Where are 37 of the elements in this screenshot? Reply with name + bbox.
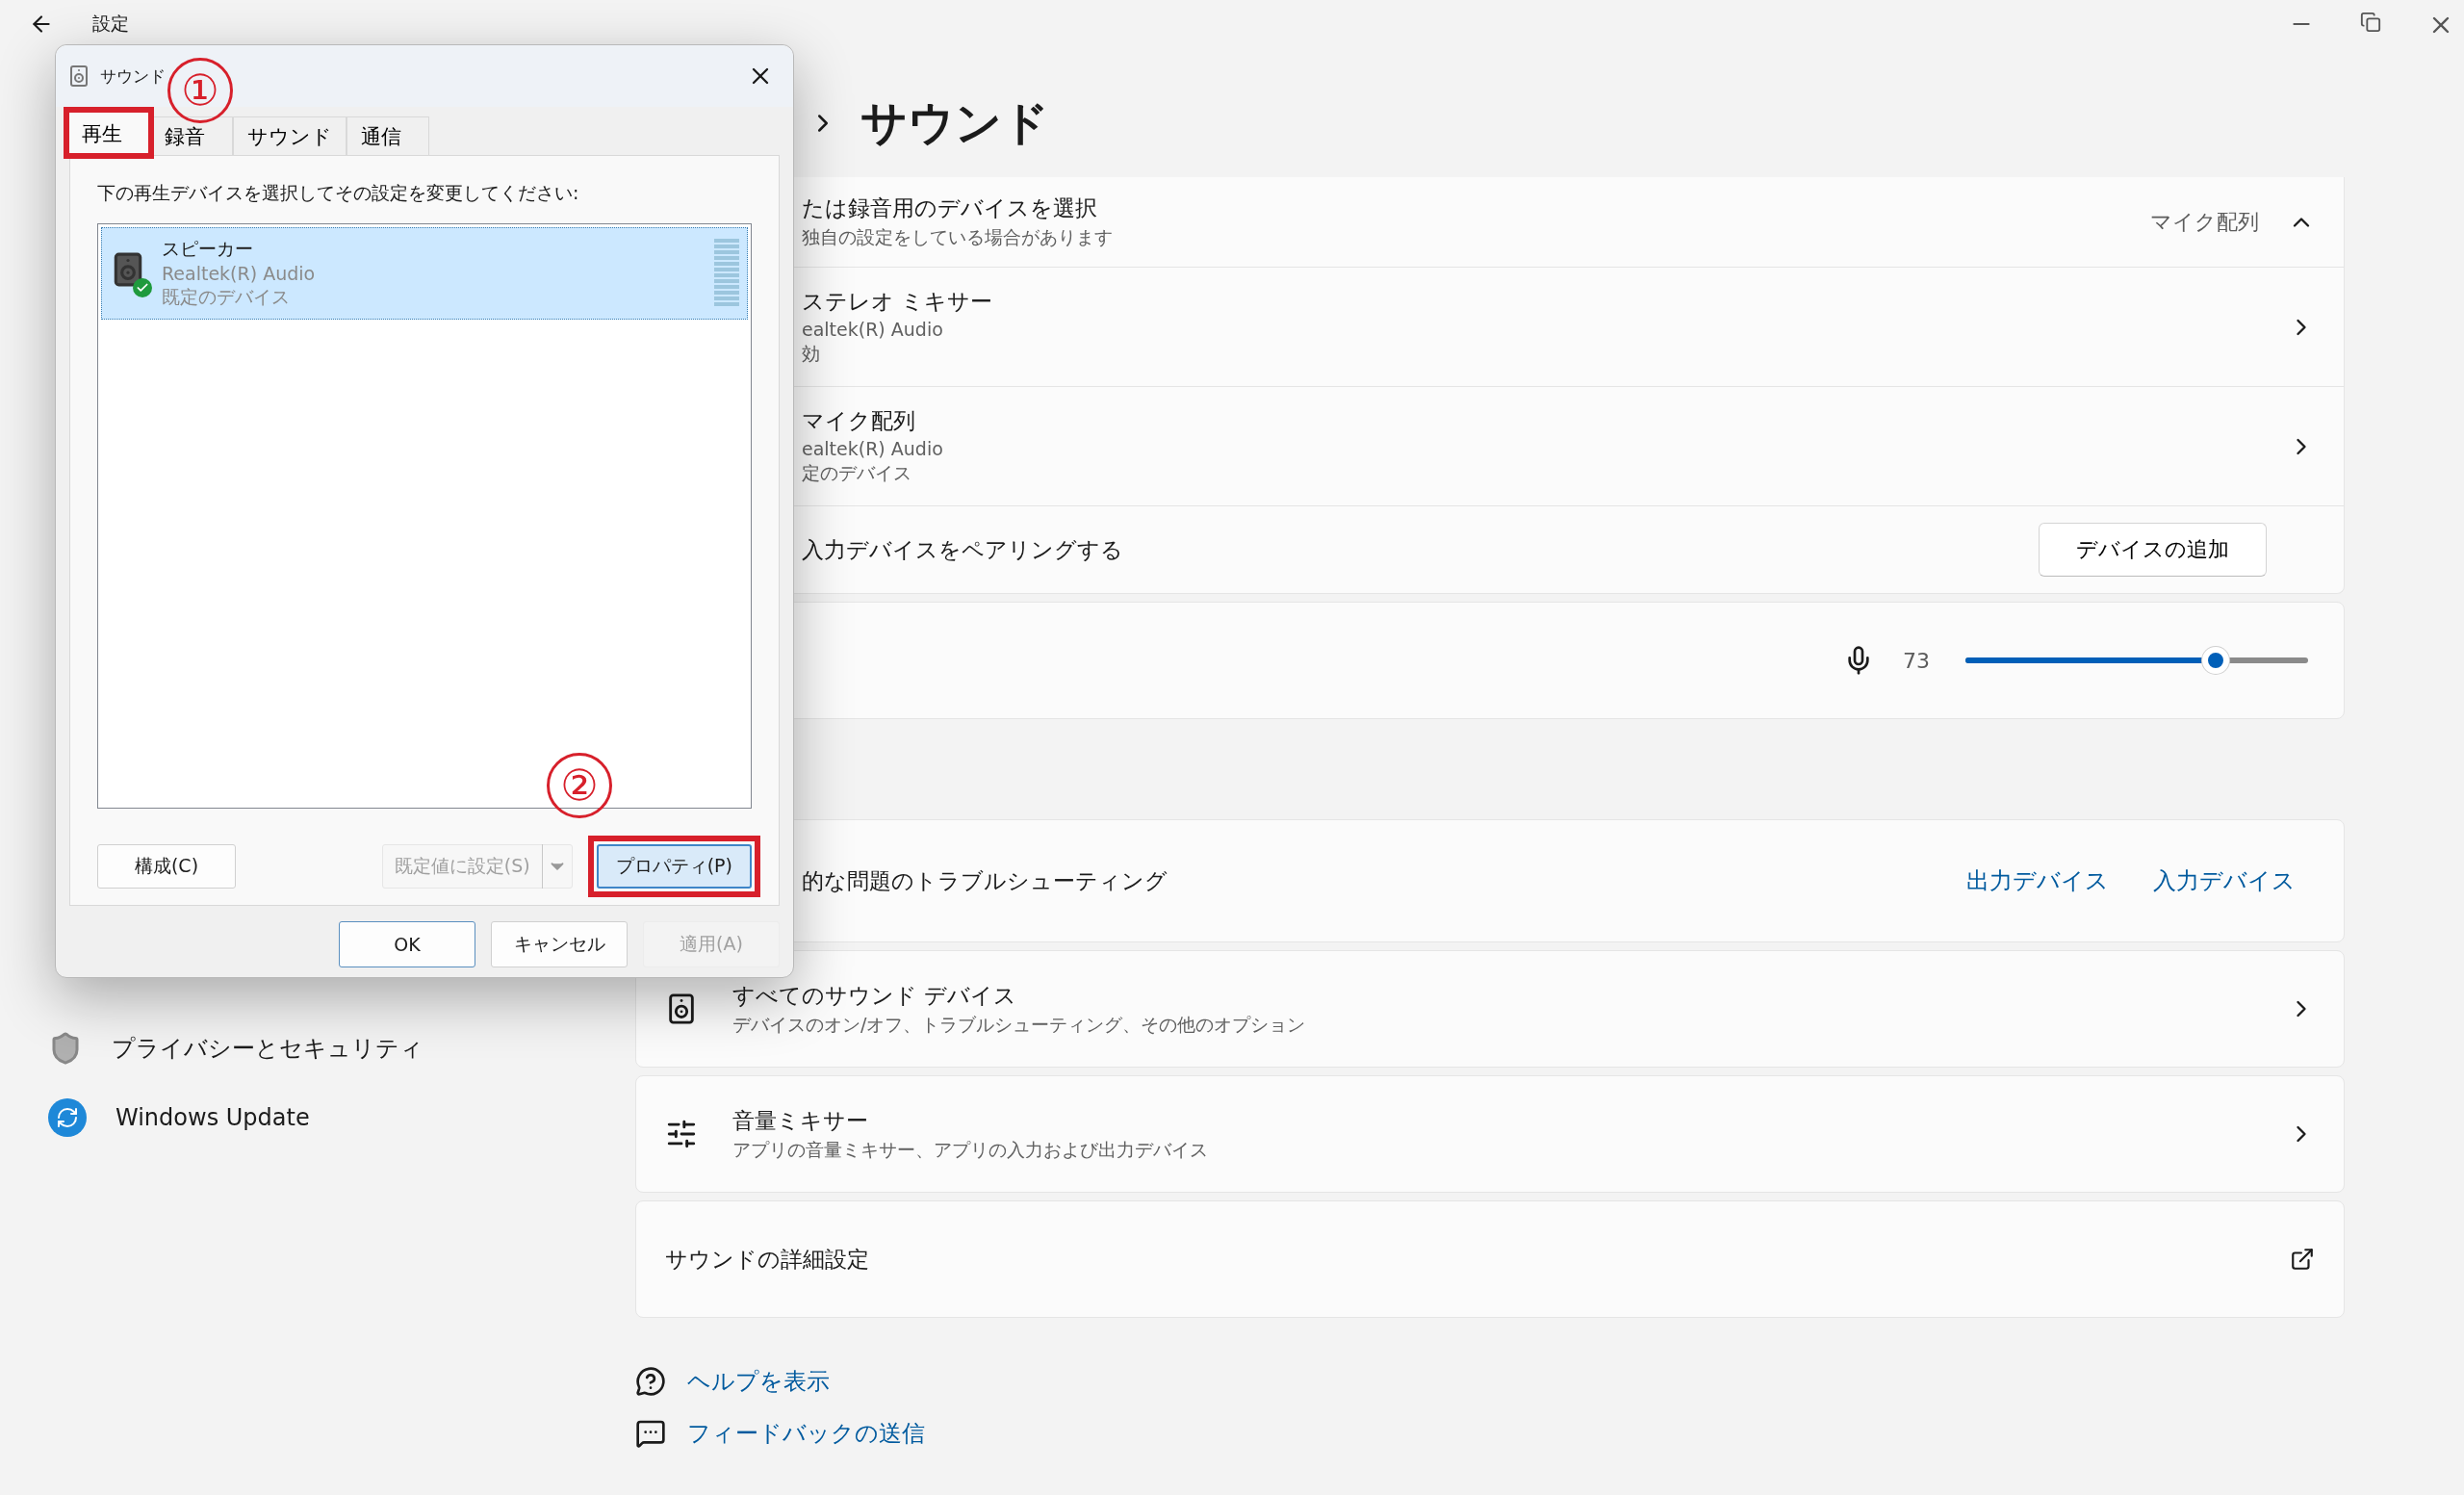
add-device-button[interactable]: デバイスの追加 (2039, 523, 2267, 577)
step-number-annotation: ① (167, 58, 233, 123)
section-title: たは録音用のデバイスを選択 (802, 194, 1098, 222)
external-link-icon (2290, 1247, 2315, 1272)
help-link[interactable]: ヘルプを表示 (687, 1366, 830, 1397)
troubleshoot-link[interactable]: 出力デバイス (1966, 865, 2109, 896)
settings-link-card[interactable]: 音量ミキサー アプリの音量ミキサー、アプリの入力および出力デバイス (635, 1075, 2345, 1193)
dialog-title: サウンド (100, 64, 166, 88)
instruction-text: 下の再生デバイスを選択してその設定を変更してください: (97, 181, 580, 205)
feedback-icon (635, 1418, 666, 1449)
troubleshoot-label: 的な問題のトラブルシューティング (802, 866, 1168, 895)
playback-device-item[interactable]: スピーカー Realtek(R) Audio 既定のデバイス (101, 227, 748, 320)
dialog-tab[interactable]: サウンド (233, 116, 346, 155)
dialog-button[interactable]: プロパティ(P) (596, 844, 752, 889)
dialog-button[interactable]: OK (339, 921, 475, 967)
help-icon (635, 1366, 666, 1397)
troubleshoot-link[interactable]: 入力デバイス (2153, 865, 2296, 896)
step-number-annotation: ② (547, 753, 612, 818)
selected-device-value: マイク配列 (2150, 208, 2259, 236)
dialog-button[interactable]: 構成(C) (97, 844, 236, 889)
window-title: 設定 (92, 12, 129, 36)
dialog-button[interactable]: キャンセル (491, 921, 628, 967)
sidebar-item[interactable]: Windows Update (38, 1094, 635, 1142)
section-subtitle: 独自の設定をしている場合があります (802, 225, 1114, 249)
help-link[interactable]: フィードバックの送信 (687, 1418, 925, 1449)
sidebar-item[interactable]: プライバシーとセキュリティ (38, 1024, 635, 1072)
pair-label: 入力デバイスをペアリングする (802, 535, 1124, 564)
dialog-tab[interactable]: 通信 (346, 116, 429, 155)
speaker-icon (67, 64, 90, 88)
mixer-icon (665, 1118, 698, 1150)
slider-thumb[interactable] (2201, 647, 2229, 674)
sync-icon (48, 1098, 87, 1137)
page-title: サウンド (860, 94, 1049, 151)
restore-icon[interactable] (2360, 12, 2381, 33)
level-meter-drawing (714, 239, 739, 308)
volume-reading: 73 (1903, 648, 1930, 673)
settings-link-card[interactable]: サウンドの詳細設定 (635, 1200, 2345, 1318)
